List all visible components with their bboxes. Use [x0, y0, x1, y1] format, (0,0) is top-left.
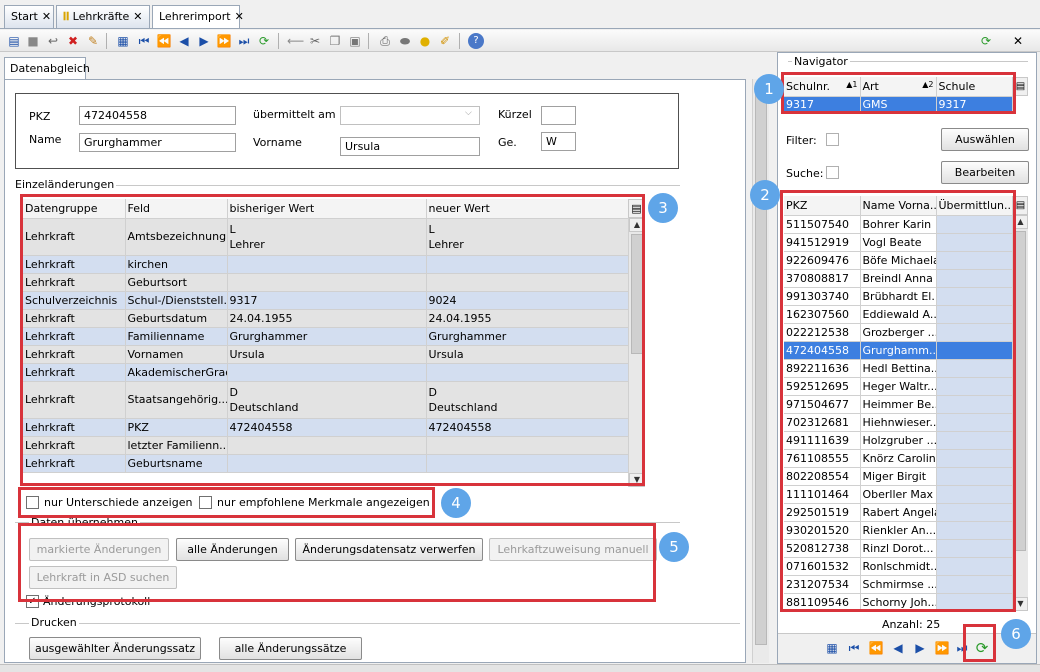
teachers-icon: 𝐢𝐢: [63, 10, 70, 23]
toolbar-separator: [106, 33, 107, 49]
alle-saetze-button[interactable]: alle Änderungssätze: [219, 637, 362, 660]
prev-page-icon[interactable]: ⏪: [156, 33, 172, 49]
annotation-badge: 4: [441, 488, 471, 518]
annotation-badge: 2: [750, 180, 780, 210]
auswaehlen-button[interactable]: Auswählen: [941, 128, 1029, 151]
new-icon[interactable]: ▤: [6, 33, 22, 49]
prev-record-icon[interactable]: ◀: [176, 33, 192, 49]
name-label: Name: [29, 133, 62, 146]
highlight-box: [780, 190, 1016, 612]
prev-record-icon[interactable]: ◀: [890, 640, 906, 656]
tab-datenabgleich[interactable]: Datenabgleich: [4, 57, 90, 79]
section-divider: [15, 623, 740, 624]
first-record-icon[interactable]: ⏮: [136, 33, 152, 49]
toolbar-separator: [278, 33, 279, 49]
cut-icon[interactable]: ✂: [307, 33, 323, 49]
app-window: Start ✕ 𝐢𝐢 Lehrkräfte ✕ Lehrerimport ✕ ▤ ■ …: [0, 0, 1040, 672]
annotation-badge: 6: [1001, 619, 1031, 649]
next-page-icon[interactable]: ⏩: [934, 640, 950, 656]
back-arrow-icon[interactable]: ⟵: [287, 33, 304, 49]
next-page-icon[interactable]: ⏩: [216, 33, 232, 49]
close-icon[interactable]: ✕: [133, 10, 142, 23]
annotation-badge: 1: [754, 74, 784, 104]
uebermittelt-dropdown[interactable]: [340, 106, 480, 125]
name-field[interactable]: Grurghammer: [79, 133, 236, 152]
filter-checkbox[interactable]: [826, 133, 839, 146]
tab-start[interactable]: Start ✕: [4, 5, 54, 28]
prev-page-icon[interactable]: ⏪: [868, 640, 884, 656]
refresh-icon[interactable]: ⟳: [256, 33, 272, 49]
bearbeiten-button[interactable]: Bearbeiten: [941, 161, 1029, 184]
drucken-title: Drucken: [29, 616, 79, 629]
close-icon[interactable]: ✕: [235, 10, 244, 23]
copy-icon[interactable]: ❐: [327, 33, 343, 49]
filter-label: Filter:: [786, 134, 817, 147]
navigator-title: Navigator: [792, 55, 850, 68]
highlight-box: [781, 72, 1016, 114]
paste-icon[interactable]: ▣: [347, 33, 363, 49]
main-scrollbar[interactable]: [752, 79, 769, 663]
teacher-form: [15, 93, 679, 169]
count-label: Anzahl: 25: [882, 618, 941, 631]
einzelaenderungen-title: Einzeländerungen: [13, 178, 117, 191]
pkz-label: PKZ: [29, 110, 51, 123]
toolbar: ▤ ■ ↩ ✖ ✎ ▦ ⏮ ⏪ ◀ ▶ ⏩ ⏭ ⟳ ⟵ ✂ ❐ ▣ ⎙ ⬬ ● …: [0, 30, 1040, 52]
navigator-footer: ▦ ⏮ ⏪ ◀ ▶ ⏩ ⏭ ⟳: [778, 633, 1036, 663]
list-icon[interactable]: ▦: [824, 640, 840, 656]
next-record-icon[interactable]: ▶: [196, 33, 212, 49]
bulb-icon[interactable]: ●: [417, 33, 433, 49]
delete-icon[interactable]: ✖: [65, 33, 81, 49]
annotation-badge: 5: [659, 532, 689, 562]
kuerzel-field[interactable]: [541, 106, 576, 125]
suche-checkbox[interactable]: [826, 166, 839, 179]
brush-icon[interactable]: ✐: [437, 33, 453, 49]
ge-label: Ge.: [498, 136, 517, 149]
help-icon[interactable]: ?: [468, 33, 484, 49]
ausgewaehlter-satz-button[interactable]: ausgewählter Änderungssatz: [29, 637, 201, 660]
pkz-field[interactable]: 472404558: [79, 106, 236, 125]
suche-label: Suche:: [786, 167, 824, 180]
toolbar-separator: [459, 33, 460, 49]
uebermittelt-label: übermittelt am: [253, 108, 336, 121]
annotation-badge: 3: [648, 193, 678, 223]
sync-icon[interactable]: ⟳: [978, 33, 994, 49]
status-bar: [0, 664, 1040, 672]
list-icon[interactable]: ▦: [115, 33, 131, 49]
gender-field[interactable]: W: [541, 132, 576, 151]
vorname-field[interactable]: Ursula: [340, 137, 480, 156]
highlight-box: [963, 624, 996, 662]
toolbar-separator: [368, 33, 369, 49]
undo-icon[interactable]: ↩: [45, 33, 61, 49]
record-icon[interactable]: ⬬: [397, 33, 413, 49]
highlight-box: [18, 487, 435, 518]
highlight-box: [18, 523, 656, 602]
vorname-label: Vorname: [253, 136, 302, 149]
next-record-icon[interactable]: ▶: [912, 640, 928, 656]
tab-divider: [0, 28, 1040, 29]
highlight-box: [20, 194, 645, 486]
kuerzel-label: Kürzel: [498, 108, 532, 121]
tab-lehrerimport[interactable]: Lehrerimport ✕: [152, 5, 244, 29]
close-panel-icon[interactable]: ✕: [1010, 33, 1026, 49]
first-record-icon[interactable]: ⏮: [846, 640, 862, 656]
tab-lehrkraefte[interactable]: 𝐢𝐢 Lehrkräfte ✕: [56, 5, 150, 28]
save-icon[interactable]: ■: [25, 33, 41, 49]
chevron-down-icon[interactable]: ⌵: [465, 108, 472, 118]
edit-icon[interactable]: ✎: [85, 33, 101, 49]
close-icon[interactable]: ✕: [42, 10, 51, 23]
last-record-icon[interactable]: ⏭: [236, 33, 252, 49]
print-icon[interactable]: ⎙: [377, 33, 393, 49]
main-scroll-thumb[interactable]: [755, 85, 767, 645]
scroll-thumb[interactable]: [1015, 231, 1026, 551]
